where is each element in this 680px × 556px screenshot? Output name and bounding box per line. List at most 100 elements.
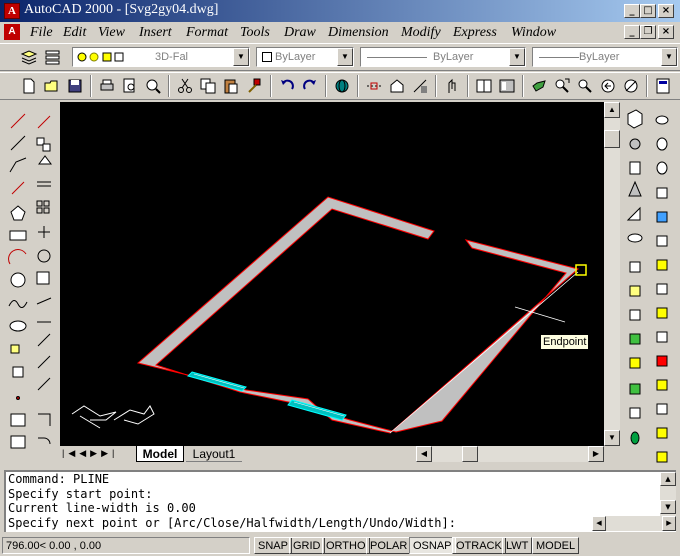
zoom-realtime-button[interactable]: [551, 75, 573, 97]
vertical-scroll-thumb[interactable]: [604, 130, 620, 148]
polar-toggle[interactable]: POLAR: [366, 537, 412, 554]
chamfer-icon: [38, 413, 51, 426]
menu-file[interactable]: File: [30, 25, 53, 41]
otrack-toggle[interactable]: OTRACK: [452, 537, 506, 554]
tab-nav-arrows[interactable]: |◀◀▶▶|: [62, 448, 118, 459]
vertical-scrollbar[interactable]: ▲ ▼: [604, 102, 620, 446]
today-button[interactable]: [331, 75, 353, 97]
scroll-left-button[interactable]: ◀: [416, 446, 432, 462]
color-control-dropdown[interactable]: ByLayer ▼: [256, 47, 354, 67]
scroll-right-button[interactable]: ▶: [588, 446, 604, 462]
doc-restore-button[interactable]: ❐: [640, 25, 656, 39]
snap-toggle[interactable]: SNAP: [254, 537, 292, 554]
menu-format[interactable]: Format: [186, 25, 228, 41]
design-center-button[interactable]: [496, 75, 518, 97]
lineweight-dropdown-arrow[interactable]: ▼: [661, 48, 677, 66]
menu-window[interactable]: Window: [511, 25, 556, 41]
lineweight-control-dropdown[interactable]: ByLayer ▼: [532, 47, 678, 67]
zoom-window-button[interactable]: [574, 75, 596, 97]
object-snap-button[interactable]: [363, 75, 385, 97]
torus-icon: [627, 233, 643, 243]
scale-icon: [36, 271, 50, 285]
make-object-layer-current-button[interactable]: [18, 46, 40, 68]
horizontal-scroll-thumb[interactable]: [462, 446, 478, 462]
solid-intersect-icon: [656, 161, 668, 175]
menu-dimension[interactable]: Dimension: [328, 25, 389, 41]
match-properties-button[interactable]: [243, 75, 265, 97]
window-2: [287, 399, 347, 421]
open-button[interactable]: [41, 75, 63, 97]
zoom-previous-button[interactable]: [597, 75, 619, 97]
scroll-down-button[interactable]: ▼: [604, 430, 620, 446]
menu-tools[interactable]: Tools: [240, 25, 270, 41]
dbconnect-button[interactable]: [441, 75, 463, 97]
construction-line-icon: [10, 135, 26, 151]
copy-edges-icon: [656, 379, 668, 391]
menu-modify[interactable]: Modify: [401, 25, 441, 41]
scroll-up-button[interactable]: ▲: [604, 102, 620, 118]
ortho-toggle[interactable]: ORTHO: [322, 537, 370, 554]
minimize-button[interactable]: _: [624, 4, 640, 18]
maximize-button[interactable]: □: [640, 4, 656, 18]
osnap-toggle[interactable]: OSNAP: [409, 537, 456, 554]
toolbar-separator: [90, 75, 92, 97]
erase-icon: [37, 115, 51, 129]
redo-button[interactable]: [299, 75, 321, 97]
stretch-icon: [36, 297, 52, 305]
copy-button[interactable]: [197, 75, 219, 97]
layer-control-dropdown[interactable]: 3D-Fal ▼: [72, 47, 250, 67]
command-scroll-left-button[interactable]: ◀: [592, 516, 606, 531]
properties-button[interactable]: [473, 75, 495, 97]
command-scroll-down-button[interactable]: ▼: [660, 500, 676, 514]
wall-polyline: [136, 196, 580, 434]
menu-draw[interactable]: Draw: [284, 25, 316, 41]
drawing-area[interactable]: Endpoint: [60, 102, 604, 446]
layer-dropdown-arrow[interactable]: ▼: [233, 48, 249, 66]
coordinate-display[interactable]: 796.00< 0.00 , 0.00: [2, 537, 250, 554]
paste-button[interactable]: [220, 75, 242, 97]
linetype-control-dropdown[interactable]: ByLayer ▼: [360, 47, 526, 67]
grid-toggle[interactable]: GRID: [289, 537, 325, 554]
zoom-extents-button[interactable]: [620, 75, 642, 97]
color-dropdown-arrow[interactable]: ▼: [337, 48, 353, 66]
autocad-app-icon[interactable]: A: [4, 3, 20, 19]
horizontal-scrollbar[interactable]: ◀ ▶: [416, 446, 604, 462]
command-vertical-scrollbar[interactable]: ▲ ▼: [660, 472, 676, 516]
toolbar-separator: [168, 75, 170, 97]
ucs-button[interactable]: [386, 75, 408, 97]
model-toggle[interactable]: MODEL: [532, 537, 580, 554]
extend-icon: [37, 355, 51, 369]
command-prompt[interactable]: Specify next point or [Arc/Close/Halfwid…: [6, 516, 676, 531]
doc-close-button[interactable]: ×: [658, 25, 674, 39]
undo-button[interactable]: [276, 75, 298, 97]
floorplan-drawing: [71, 196, 587, 434]
plot-button[interactable]: [96, 75, 118, 97]
command-horizontal-scrollbar[interactable]: ◀ ▶: [592, 516, 676, 531]
tab-layout1[interactable]: Layout1: [186, 446, 242, 462]
document-icon[interactable]: A: [4, 24, 20, 40]
snap-icon: [367, 82, 381, 90]
inquiry-button[interactable]: [409, 75, 431, 97]
menu-view[interactable]: View: [98, 25, 125, 41]
command-scroll-right-button[interactable]: ▶: [662, 516, 676, 531]
doc-minimize-button[interactable]: _: [624, 25, 640, 39]
save-button[interactable]: [64, 75, 86, 97]
menu-express[interactable]: Express: [453, 25, 497, 41]
redo-arrow-icon: [303, 79, 316, 90]
plot-preview-button[interactable]: [119, 75, 141, 97]
menu-edit[interactable]: Edit: [63, 25, 86, 41]
move-icon: [38, 226, 50, 238]
publish-web-button[interactable]: [142, 75, 164, 97]
menu-insert[interactable]: Insert: [139, 25, 172, 41]
command-window[interactable]: Command: PLINE Specify start point: Curr…: [4, 470, 676, 532]
pan-realtime-button[interactable]: [528, 75, 550, 97]
new-button[interactable]: [18, 75, 40, 97]
linetype-dropdown-arrow[interactable]: ▼: [509, 48, 525, 66]
cut-button[interactable]: [174, 75, 196, 97]
layers-button[interactable]: [42, 46, 64, 68]
close-button[interactable]: ×: [658, 4, 674, 18]
lwt-toggle[interactable]: LWT: [502, 537, 533, 554]
command-scroll-up-button[interactable]: ▲: [660, 472, 676, 486]
help-button[interactable]: [652, 75, 674, 97]
tab-model[interactable]: Model: [136, 446, 184, 462]
